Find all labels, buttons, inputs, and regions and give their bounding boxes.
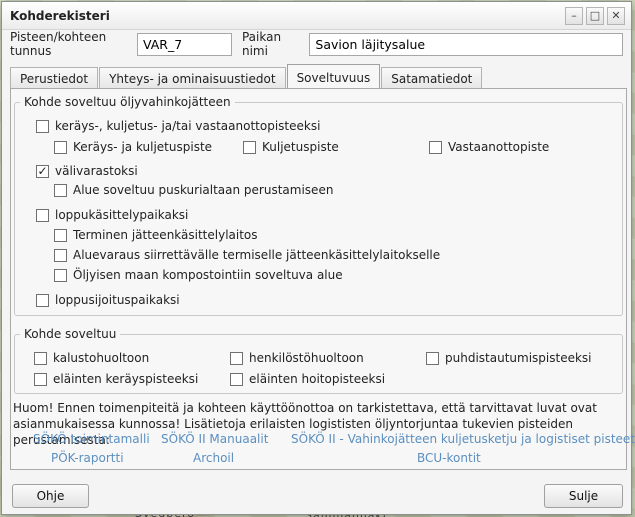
checkbox-box[interactable]	[54, 140, 67, 154]
checkbox-box[interactable]	[429, 140, 442, 154]
checkbox-mobile-thermal-plant-area[interactable]: Aluevaraus siirrettävälle termiselle jät…	[54, 248, 440, 262]
identity-row: Pisteen/kohteen tunnus Paikan nimi	[10, 30, 623, 58]
checkbox-box[interactable]	[230, 372, 243, 386]
checkbox-box[interactable]	[34, 351, 47, 365]
checkbox-label: Öljyisen maan kompostointiin soveltuva a…	[73, 268, 343, 282]
link-soko-toimintamalli[interactable]: SÖKÖ toimintamalli	[33, 432, 150, 446]
checkbox-box[interactable]	[36, 119, 49, 133]
checkbox-interim-storage[interactable]: ✓ välivarastoksi	[36, 164, 138, 178]
checkbox-label: Keräys- ja kuljetuspiste	[73, 140, 213, 154]
checkbox-box[interactable]	[54, 228, 67, 242]
link-bcu-kontit[interactable]: BCU-kontit	[417, 451, 481, 465]
checkbox-label: välivarastoksi	[55, 164, 138, 178]
checkbox-box[interactable]	[36, 293, 49, 307]
place-name-input[interactable]	[309, 32, 623, 56]
checkbox-label: Alue soveltuu puskurialtaan perustamisee…	[73, 183, 334, 197]
close-icon: ✕	[611, 9, 621, 22]
checkbox-animal-collection-point[interactable]: eläinten keräyspisteeksi	[34, 372, 198, 386]
checkbox-final-disposal[interactable]: loppusijoituspaikaksi	[36, 293, 180, 307]
checkbox-collection-point[interactable]: keräys-, kuljetus- ja/tai vastaanottopis…	[36, 119, 320, 133]
tab-soveltuvuus[interactable]: Soveltuvuus	[286, 64, 381, 90]
checkbox-box[interactable]	[54, 268, 67, 282]
tab-perustiedot[interactable]: Perustiedot	[10, 67, 99, 89]
checkbox-final-treatment[interactable]: loppukäsittelypaikaksi	[36, 208, 188, 222]
minimize-icon: –	[571, 9, 577, 22]
other-suitability-legend: Kohde soveltuu	[24, 327, 117, 341]
dialog-title: Kohderekisteri	[10, 8, 110, 23]
tab-satamatiedot[interactable]: Satamatiedot	[381, 67, 483, 89]
checkbox-label: Vastaanottopiste	[448, 140, 550, 154]
checkbox-label: eläinten hoitopisteeksi	[249, 372, 386, 386]
checkbox-collection-and-transport-point[interactable]: Keräys- ja kuljetuspiste	[54, 140, 212, 154]
checkbox-label: loppusijoituspaikaksi	[55, 293, 180, 307]
oil-waste-legend: Kohde soveltuu öljyvahinkojätteen	[24, 95, 231, 109]
checkbox-label: Kuljetuspiste	[262, 140, 339, 154]
checkbox-box-checked[interactable]: ✓	[36, 164, 49, 178]
place-name-label: Paikan nimi	[241, 30, 282, 58]
checkbox-label: kalustohuoltoon	[53, 351, 150, 365]
checkbox-oily-soil-composting[interactable]: Öljyisen maan kompostointiin soveltuva a…	[54, 268, 343, 282]
help-button[interactable]: Ohje	[12, 484, 89, 508]
checkbox-buffer-basin[interactable]: Alue soveltuu puskurialtaan perustamisee…	[54, 183, 333, 197]
close-button[interactable]: Sulje	[544, 484, 623, 508]
checkbox-label: Terminen jätteenkäsittelylaitos	[73, 228, 258, 242]
link-pok-raportti[interactable]: PÖK-raportti	[51, 451, 124, 465]
tab-yhteys-ja-ominaisuustiedot[interactable]: Yhteys- ja ominaisuustiedot	[99, 67, 286, 89]
checkbox-box[interactable]	[426, 351, 439, 365]
checkbox-label: henkilöstöhuoltoon	[249, 351, 364, 365]
checkbox-animal-care-point[interactable]: eläinten hoitopisteeksi	[230, 372, 385, 386]
checkbox-box[interactable]	[54, 183, 67, 197]
checkbox-label: eläinten keräyspisteeksi	[53, 372, 199, 386]
checkbox-label: loppukäsittelypaikaksi	[55, 208, 189, 222]
checkbox-personnel-maintenance[interactable]: henkilöstöhuoltoon	[230, 351, 364, 365]
maximize-icon: □	[589, 9, 601, 22]
link-archoil[interactable]: Archoil	[193, 451, 234, 465]
checkbox-label: puhdistautumispisteeksi	[445, 351, 592, 365]
maximize-button[interactable]: □	[586, 6, 604, 25]
checkbox-thermal-plant[interactable]: Terminen jätteenkäsittelylaitos	[54, 228, 258, 242]
minimize-button[interactable]: –	[565, 6, 583, 25]
id-input[interactable]	[136, 32, 232, 56]
id-label: Pisteen/kohteen tunnus	[10, 30, 107, 58]
window-controls: – □ ✕	[565, 6, 625, 25]
link-soko-ii-kuljetusketju[interactable]: SÖKÖ II - Vahinkojätteen kuljetusketju j…	[291, 432, 635, 446]
checkbox-equipment-maintenance[interactable]: kalustohuoltoon	[34, 351, 149, 365]
checkbox-box[interactable]	[36, 208, 49, 222]
checkbox-transport-point[interactable]: Kuljetuspiste	[243, 140, 339, 154]
checkbox-receiving-point[interactable]: Vastaanottopiste	[429, 140, 549, 154]
checkbox-box[interactable]	[54, 248, 67, 262]
tab-bar: Perustiedot Yhteys- ja ominaisuustiedot …	[10, 64, 483, 90]
checkbox-box[interactable]	[34, 372, 47, 386]
close-window-button[interactable]: ✕	[607, 6, 625, 25]
kohderekisteri-dialog: Kohderekisteri – □ ✕ Pisteen/kohteen tun…	[1, 1, 635, 515]
checkbox-label: Aluevaraus siirrettävälle termiselle jät…	[73, 248, 441, 262]
checkbox-label: keräys-, kuljetus- ja/tai vastaanottopis…	[55, 119, 321, 133]
checkbox-decontamination-point[interactable]: puhdistautumispisteeksi	[426, 351, 592, 365]
checkbox-box[interactable]	[243, 140, 256, 154]
checkbox-box[interactable]	[230, 351, 243, 365]
dialog-titlebar[interactable]: Kohderekisteri – □ ✕	[2, 2, 631, 30]
checkmark-icon: ✓	[37, 164, 48, 178]
link-soko-ii-manuaalit[interactable]: SÖKÖ II Manuaalit	[161, 432, 268, 446]
